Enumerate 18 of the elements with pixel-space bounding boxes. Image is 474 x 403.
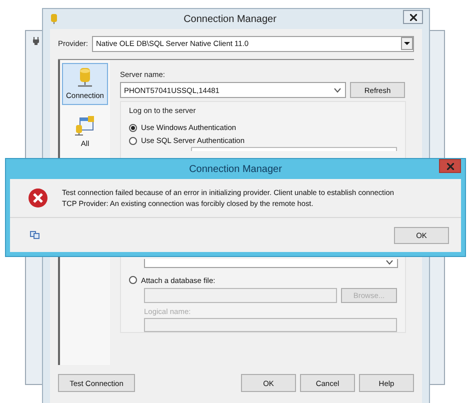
- copy-icon[interactable]: [30, 231, 40, 239]
- close-button[interactable]: [403, 10, 423, 24]
- database-dropdown[interactable]: [144, 258, 398, 268]
- properties-icon: [75, 116, 95, 136]
- database-icon: [77, 68, 93, 88]
- radio-button[interactable]: [129, 136, 137, 144]
- error-dialog-title: Connection Manager: [189, 164, 282, 174]
- input-field[interactable]: [191, 147, 397, 152]
- chevron-down-icon: [334, 88, 341, 92]
- window-title: Connection Manager: [182, 14, 278, 24]
- close-icon: [446, 162, 454, 170]
- chevron-down-icon: [386, 260, 393, 266]
- radio-button[interactable]: [129, 124, 137, 132]
- plug-icon: [33, 37, 39, 45]
- database-icon: [51, 14, 57, 24]
- close-icon: [410, 14, 416, 20]
- logical-name-field[interactable]: [144, 318, 397, 332]
- error-icon: [28, 188, 48, 208]
